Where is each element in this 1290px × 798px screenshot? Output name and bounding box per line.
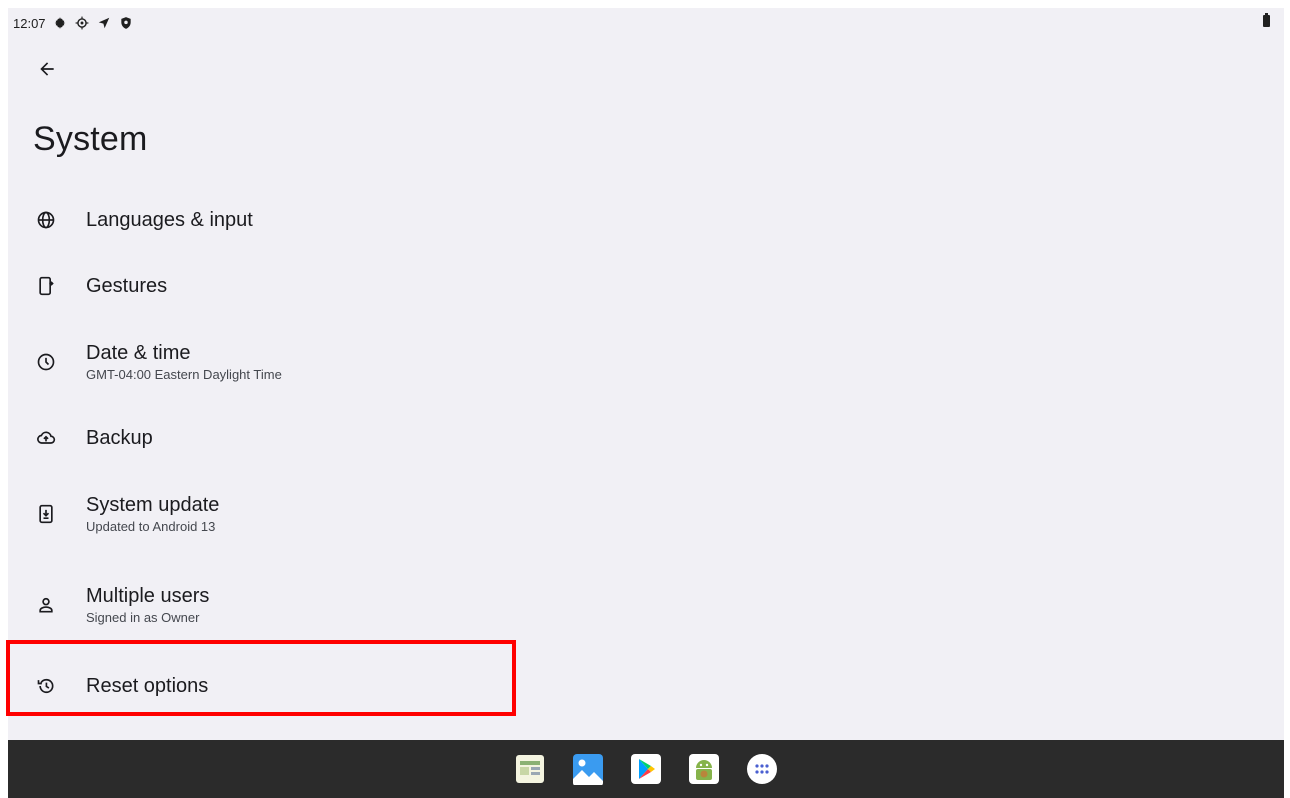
cloud-upload-icon [34, 426, 58, 450]
item-title: Date & time [86, 342, 191, 364]
app-1-icon[interactable] [512, 751, 548, 787]
status-time: 12:07 [13, 15, 46, 31]
taskbar [8, 740, 1284, 798]
page-title: System [33, 120, 148, 158]
play-store-icon[interactable] [628, 751, 664, 787]
settings-item-backup[interactable]: Backup [8, 406, 1284, 470]
item-summary: Signed in as Owner [86, 610, 200, 625]
status-bar: 12:07 [8, 8, 1284, 38]
arrow-back-icon [40, 62, 54, 76]
phone-gesture-icon [34, 274, 58, 298]
device-screen: 12:07 System Languages & input Gestures … [6, 8, 1284, 798]
item-title: Languages & input [86, 209, 253, 231]
settings-icon [52, 15, 68, 31]
person-icon [34, 593, 58, 617]
history-icon [34, 674, 58, 698]
settings-item-languages[interactable]: Languages & input [8, 188, 1284, 252]
settings-item-date-time[interactable]: Date & time GMT-04:00 Eastern Daylight T… [8, 330, 1284, 394]
android-app-icon[interactable] [686, 751, 722, 787]
location-arrow-icon [96, 15, 112, 31]
all-apps-icon[interactable] [744, 751, 780, 787]
settings-item-reset-options[interactable]: Reset options [8, 654, 1284, 718]
globe-icon [34, 208, 58, 232]
system-update-icon [34, 502, 58, 526]
settings-item-gestures[interactable]: Gestures [8, 254, 1284, 318]
settings-item-system-update[interactable]: System update Updated to Android 13 [8, 482, 1284, 546]
clock-icon [34, 350, 58, 374]
battery-icon [1263, 13, 1270, 27]
shield-icon [118, 15, 134, 31]
gallery-icon[interactable] [570, 751, 606, 787]
item-summary: GMT-04:00 Eastern Daylight Time [86, 367, 282, 382]
item-summary: Updated to Android 13 [86, 519, 216, 534]
item-title: System update [86, 494, 220, 516]
gear-alt-icon [74, 15, 90, 31]
item-title: Gestures [86, 275, 168, 297]
settings-item-multiple-users[interactable]: Multiple users Signed in as Owner [8, 573, 1284, 637]
item-title: Multiple users [86, 585, 210, 607]
item-title: Backup [86, 427, 153, 449]
back-button[interactable] [30, 52, 64, 86]
item-title: Reset options [86, 675, 209, 697]
